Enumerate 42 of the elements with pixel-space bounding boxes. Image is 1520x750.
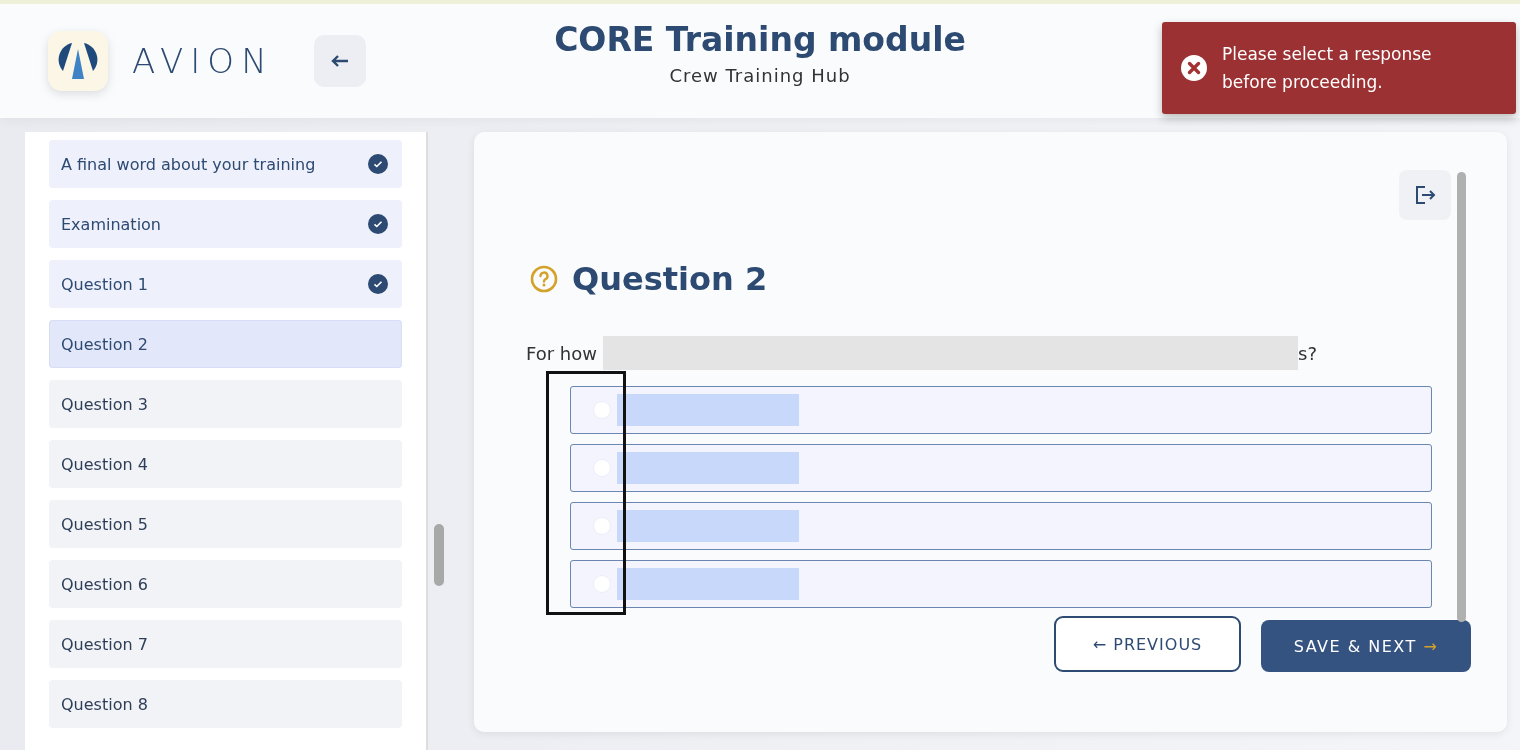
brand-name: AVION <box>132 41 274 81</box>
item-label: Question 1 <box>61 274 148 294</box>
item-label: Question 7 <box>61 634 148 654</box>
question-title: Question 2 <box>572 260 768 298</box>
answer-option[interactable] <box>570 444 1432 492</box>
sidebar-item[interactable]: A final word about your training <box>49 140 402 188</box>
toast-message: Please select a response before proceeding. <box>1222 43 1433 94</box>
item-label: Examination <box>61 214 161 234</box>
sidebar-item[interactable]: Question 1 <box>49 260 402 308</box>
sidebar-item[interactable]: Examination <box>49 200 402 248</box>
item-label: A final word about your training <box>61 154 316 174</box>
sidebar-item[interactable]: Question 5 <box>49 500 402 548</box>
item-label: Question 8 <box>61 694 148 714</box>
back-arrow-icon <box>330 55 349 67</box>
previous-button[interactable]: ← PREVIOUS <box>1054 616 1241 672</box>
logo-icon <box>48 31 108 91</box>
answer-option[interactable] <box>570 560 1432 608</box>
exit-icon <box>1414 185 1436 205</box>
scrollbar-thumb[interactable] <box>434 524 444 586</box>
item-label: Question 5 <box>61 514 148 534</box>
module-subtitle: Crew Training Hub <box>669 65 851 86</box>
save-next-button[interactable]: SAVE & NEXT → <box>1261 620 1471 672</box>
item-label: Question 2 <box>61 334 148 354</box>
sidebar-item[interactable]: Question 8 <box>49 680 402 728</box>
question-icon <box>530 265 558 293</box>
item-label: Question 3 <box>61 394 148 414</box>
answer-option[interactable] <box>570 386 1432 434</box>
question-text: For how <box>526 342 597 364</box>
sidebar-item[interactable]: Question 4 <box>49 440 402 488</box>
module-title: CORE Training module <box>554 20 966 59</box>
scrollbar-thumb[interactable] <box>1457 172 1466 622</box>
error-icon <box>1180 54 1208 82</box>
item-label: Question 6 <box>61 574 148 594</box>
item-label: Question 4 <box>61 454 148 474</box>
sidebar-item[interactable]: Question 7 <box>49 620 402 668</box>
answer-option[interactable] <box>570 502 1432 550</box>
question-text: s? <box>1298 342 1317 364</box>
sidebar-item[interactable]: Question 2 <box>49 320 402 368</box>
sidebar-item[interactable]: Question 6 <box>49 560 402 608</box>
sidebar-item[interactable]: Question 3 <box>49 380 402 428</box>
exit-button[interactable] <box>1399 170 1451 220</box>
back-button[interactable] <box>313 35 366 87</box>
